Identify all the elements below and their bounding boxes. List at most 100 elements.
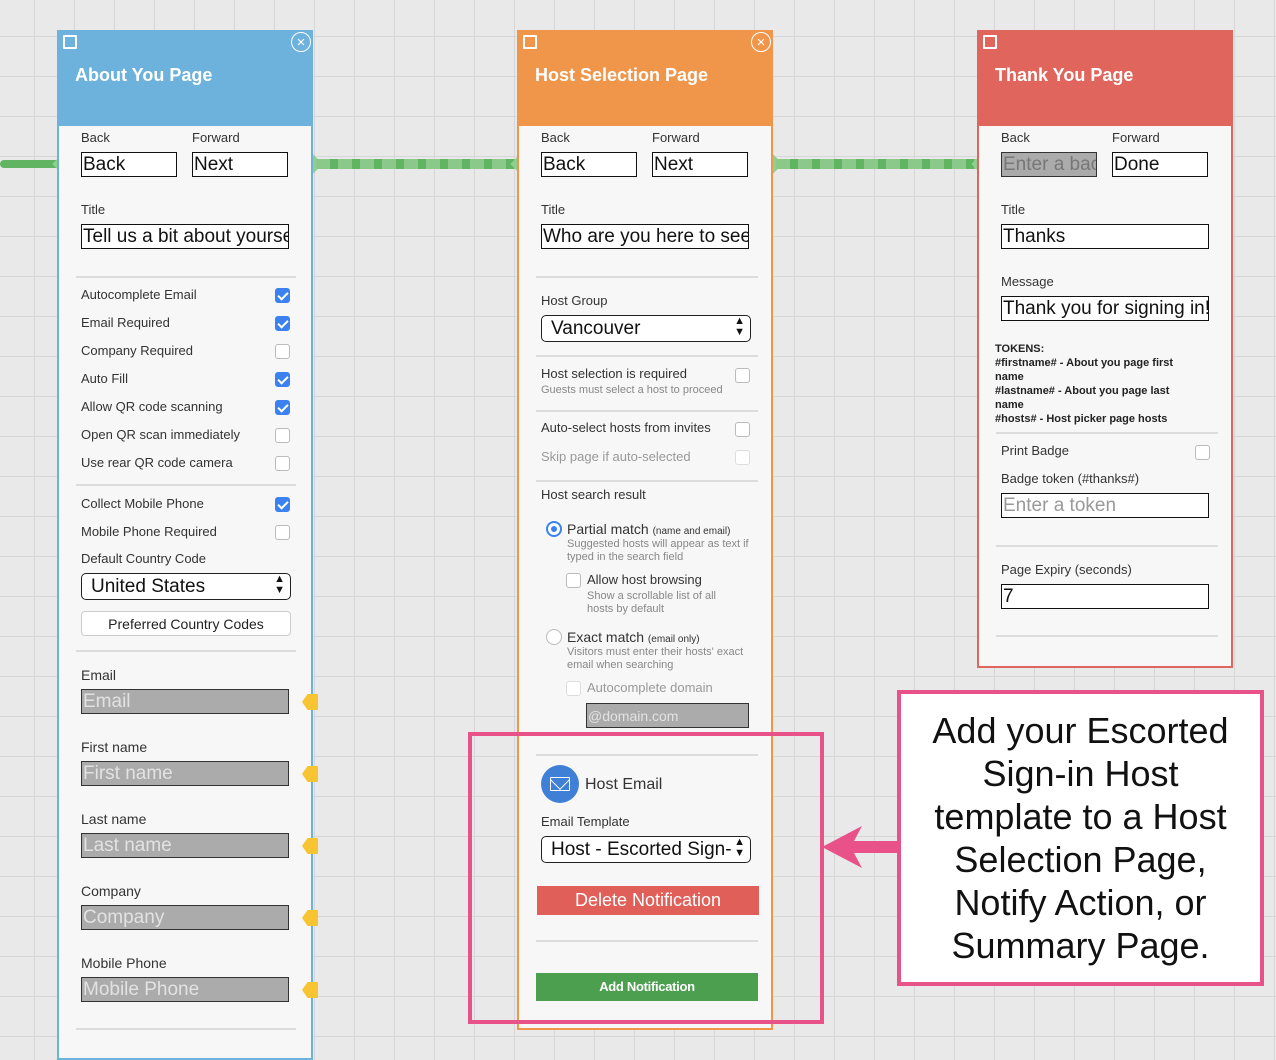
title-label: Title: [541, 202, 566, 217]
divider: [76, 484, 296, 486]
select-arrows-icon: ▲ ▼: [734, 315, 745, 338]
notification-highlight: [468, 732, 824, 1024]
forward-label: Forward: [192, 130, 240, 145]
field-label: Company: [81, 883, 141, 899]
thank-you-page-card[interactable]: Thank You Page Back Forward Enter a bac …: [977, 30, 1233, 668]
exact-match-label: Exact match (email only): [567, 629, 700, 645]
field-handle-icon[interactable]: [302, 982, 318, 998]
auto-select-label: Auto-select hosts from invites: [541, 420, 711, 435]
divider: [996, 432, 1218, 434]
select-checkbox-icon[interactable]: [523, 35, 537, 49]
back-input[interactable]: Enter a bac: [1001, 152, 1097, 177]
partial-match-radio[interactable]: [546, 521, 562, 537]
mobile-phone-field[interactable]: Mobile Phone: [81, 977, 289, 1002]
title-label: Title: [1001, 202, 1026, 217]
print-badge-label: Print Badge: [1001, 443, 1069, 458]
close-icon[interactable]: ×: [291, 32, 311, 52]
title-input[interactable]: Who are you here to see: [541, 224, 749, 249]
email-field[interactable]: Email: [81, 689, 289, 714]
message-label: Message: [1001, 274, 1054, 289]
callout-text: Add your Escorted Sign-in Host template …: [932, 710, 1229, 966]
expiry-input[interactable]: 7: [1001, 584, 1209, 609]
arrow-left-icon: [822, 826, 900, 868]
badge-token-input[interactable]: Enter a token: [1001, 493, 1209, 518]
exact-match-sub: Visitors must enter their hosts' exact e…: [567, 646, 744, 671]
forward-label: Forward: [1112, 130, 1160, 145]
field-label: First name: [81, 739, 148, 755]
domain-input[interactable]: @domain.com: [586, 703, 749, 728]
forward-input[interactable]: Next: [652, 152, 748, 177]
back-input[interactable]: Back: [541, 152, 637, 177]
divider: [536, 480, 758, 482]
skip-page-label: Skip page if auto-selected: [541, 449, 691, 464]
about-you-page-card[interactable]: × About You Page Back Forward Back Next …: [57, 30, 318, 1060]
forward-input[interactable]: Next: [192, 152, 288, 177]
forward-label: Forward: [652, 130, 700, 145]
allow-browsing-checkbox[interactable]: [566, 573, 581, 588]
select-checkbox-icon[interactable]: [63, 35, 77, 49]
exact-match-title: Exact match: [567, 629, 645, 645]
host-required-label: Host selection is required: [541, 366, 687, 381]
title-label: Title: [81, 202, 106, 217]
last-name-field[interactable]: Last name: [81, 833, 289, 858]
field-label: Mobile Phone: [81, 955, 167, 971]
field-handle-icon[interactable]: [302, 910, 318, 926]
company-required-checkbox[interactable]: [275, 344, 290, 359]
country-value: United States: [91, 576, 206, 597]
page-title: About You Page: [75, 65, 213, 85]
token-line: name: [995, 399, 1024, 411]
thank-you-page-header: Thank You Page: [977, 30, 1233, 126]
forward-input[interactable]: Done: [1112, 152, 1208, 177]
allow-qr-checkbox[interactable]: [275, 400, 290, 415]
page-title: Thank You Page: [995, 65, 1134, 85]
rear-camera-checkbox[interactable]: [275, 456, 290, 471]
field-handle-icon[interactable]: [302, 766, 318, 782]
tokens-heading: TOKENS:: [995, 343, 1045, 355]
company-field[interactable]: Company: [81, 905, 289, 930]
option-label: Use rear QR code camera: [81, 455, 233, 470]
autocomplete-email-checkbox[interactable]: [275, 288, 290, 303]
message-input[interactable]: Thank you for signing in!: [1001, 296, 1209, 321]
autocomplete-domain-checkbox[interactable]: [566, 681, 581, 696]
allow-browsing-sub: Show a scrollable list of all hosts by d…: [587, 590, 717, 615]
host-group-label: Host Group: [541, 293, 608, 308]
host-required-checkbox[interactable]: [735, 368, 750, 383]
print-badge-checkbox[interactable]: [1195, 445, 1210, 460]
skip-page-checkbox[interactable]: [735, 450, 750, 465]
divider: [996, 635, 1218, 637]
collect-mobile-checkbox[interactable]: [275, 497, 290, 512]
divider: [76, 276, 296, 278]
open-qr-checkbox[interactable]: [275, 428, 290, 443]
back-label: Back: [81, 130, 110, 145]
field-label: Last name: [81, 811, 147, 827]
title-input[interactable]: Thanks: [1001, 224, 1209, 249]
host-group-select[interactable]: Vancouver ▲ ▼: [541, 315, 751, 342]
back-label: Back: [1001, 130, 1030, 145]
divider: [996, 545, 1218, 547]
collect-mobile-label: Collect Mobile Phone: [81, 496, 204, 511]
exact-match-radio[interactable]: [546, 629, 562, 645]
allow-browsing-label: Allow host browsing: [587, 572, 702, 587]
preferred-country-codes-button[interactable]: Preferred Country Codes: [81, 611, 291, 636]
token-line: #firstname# - About you page first: [995, 357, 1174, 369]
divider: [76, 1028, 296, 1030]
email-required-checkbox[interactable]: [275, 316, 290, 331]
title-input[interactable]: Tell us a bit about yourse: [81, 224, 289, 249]
partial-match-title: Partial match: [567, 521, 649, 537]
select-checkbox-icon[interactable]: [983, 35, 997, 49]
first-name-field[interactable]: First name: [81, 761, 289, 786]
country-code-select[interactable]: United States ▲ ▼: [81, 573, 291, 600]
auto-fill-checkbox[interactable]: [275, 372, 290, 387]
mobile-required-checkbox[interactable]: [275, 525, 290, 540]
back-input[interactable]: Back: [81, 152, 177, 177]
select-arrows-icon: ▲ ▼: [274, 573, 285, 596]
field-handle-icon[interactable]: [302, 694, 318, 710]
partial-match-note: (name and email): [652, 526, 731, 537]
country-code-label: Default Country Code: [81, 551, 207, 566]
divider: [76, 650, 296, 652]
autocomplete-domain-label: Autocomplete domain: [587, 680, 713, 695]
divider: [536, 355, 758, 357]
close-icon[interactable]: ×: [751, 32, 771, 52]
auto-select-checkbox[interactable]: [735, 422, 750, 437]
field-handle-icon[interactable]: [302, 838, 318, 854]
